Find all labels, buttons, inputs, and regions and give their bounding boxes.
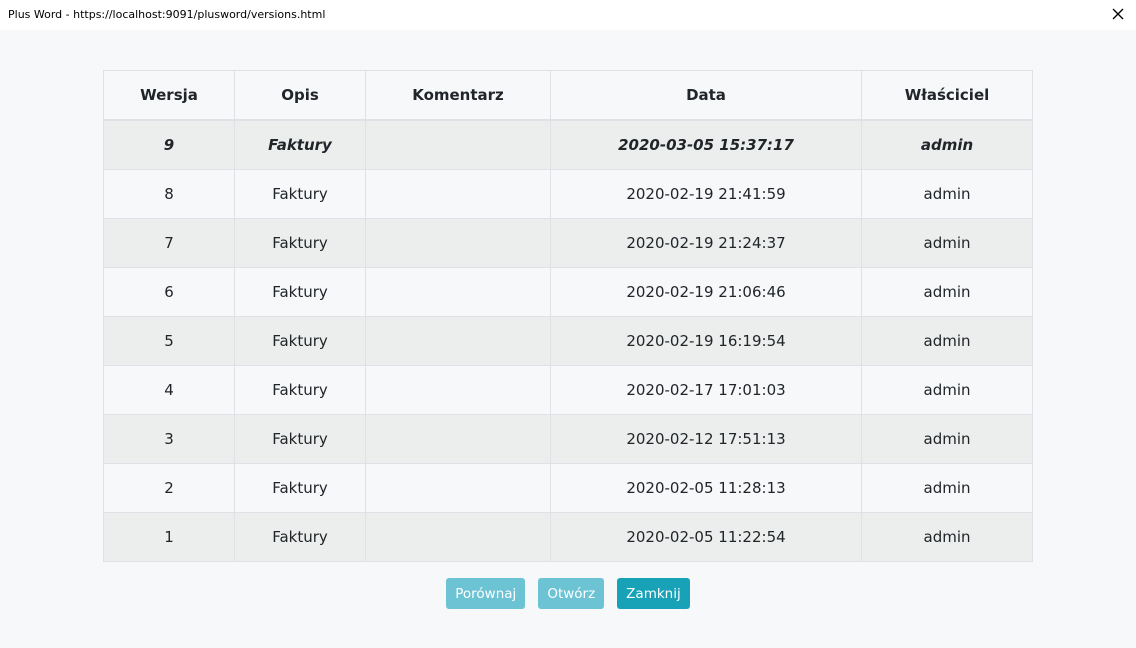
cell-date: 2020-02-05 11:28:13: [550, 463, 862, 513]
cell-description: Faktury: [234, 267, 366, 317]
cell-comment: [365, 512, 551, 562]
window-title: Plus Word - https://localhost:9091/plusw…: [8, 8, 326, 21]
cell-version: 7: [103, 218, 235, 268]
close-button[interactable]: Zamknij: [617, 578, 690, 609]
table-row[interactable]: 4 Faktury 2020-02-17 17:01:03 admin: [103, 365, 1033, 415]
cell-comment: [365, 218, 551, 268]
cell-comment: [365, 119, 551, 170]
header-opis: Opis: [234, 70, 366, 121]
cell-comment: [365, 169, 551, 219]
header-wersja: Wersja: [103, 70, 235, 121]
cell-date: 2020-02-19 16:19:54: [550, 316, 862, 366]
table-row[interactable]: 6 Faktury 2020-02-19 21:06:46 admin: [103, 267, 1033, 317]
cell-comment: [365, 365, 551, 415]
cell-description: Faktury: [234, 119, 366, 170]
versions-table: Wersja Opis Komentarz Data Właściciel 9F…: [103, 70, 1033, 562]
cell-owner: admin: [861, 267, 1033, 317]
cell-owner: admin: [861, 316, 1033, 366]
cell-comment: [365, 414, 551, 464]
open-button[interactable]: Otwórz: [538, 578, 605, 609]
cell-date: 2020-02-19 21:06:46: [550, 267, 862, 317]
cell-description: Faktury: [234, 414, 366, 464]
cell-date: 2020-02-19 21:41:59: [550, 169, 862, 219]
cell-version: 8: [103, 169, 235, 219]
button-bar: Porównaj Otwórz Zamknij: [0, 578, 1136, 609]
cell-date: 2020-02-05 11:22:54: [550, 512, 862, 562]
header-wlasciciel: Właściciel: [861, 70, 1033, 121]
cell-date: 2020-02-17 17:01:03: [550, 365, 862, 415]
cell-version: 5: [103, 316, 235, 366]
cell-date: 2020-02-19 21:24:37: [550, 218, 862, 268]
cell-version: 3: [103, 414, 235, 464]
cell-description: Faktury: [234, 463, 366, 513]
table-header-row: Wersja Opis Komentarz Data Właściciel: [103, 70, 1033, 121]
compare-button[interactable]: Porównaj: [446, 578, 526, 609]
table-row[interactable]: 2 Faktury 2020-02-05 11:28:13 admin: [103, 463, 1033, 513]
table-row[interactable]: 7 Faktury 2020-02-19 21:24:37 admin: [103, 218, 1033, 268]
table-row[interactable]: 3 Faktury 2020-02-12 17:51:13 admin: [103, 414, 1033, 464]
cell-owner: admin: [861, 218, 1033, 268]
table-row[interactable]: 5 Faktury 2020-02-19 16:19:54 admin: [103, 316, 1033, 366]
table-row[interactable]: 1 Faktury 2020-02-05 11:22:54 admin: [103, 512, 1033, 562]
cell-owner: admin: [861, 512, 1033, 562]
cell-date: 2020-02-12 17:51:13: [550, 414, 862, 464]
cell-comment: [365, 316, 551, 366]
cell-comment: [365, 267, 551, 317]
table-row[interactable]: 9 Faktury 2020-03-05 15:37:17 admin: [103, 119, 1033, 170]
cell-owner: admin: [861, 414, 1033, 464]
header-data: Data: [550, 70, 862, 121]
close-icon[interactable]: [1110, 6, 1126, 22]
cell-comment: [365, 463, 551, 513]
cell-description: Faktury: [234, 512, 366, 562]
cell-description: Faktury: [234, 218, 366, 268]
window-titlebar: Plus Word - https://localhost:9091/plusw…: [0, 0, 1136, 30]
cell-description: Faktury: [234, 365, 366, 415]
cell-date: 2020-03-05 15:37:17: [550, 119, 862, 170]
cell-version: 6: [103, 267, 235, 317]
table-row[interactable]: 8 Faktury 2020-02-19 21:41:59 admin: [103, 169, 1033, 219]
cell-description: Faktury: [234, 169, 366, 219]
cell-version: 1: [103, 512, 235, 562]
cell-description: Faktury: [234, 316, 366, 366]
cell-owner: admin: [861, 169, 1033, 219]
header-komentarz: Komentarz: [365, 70, 551, 121]
cell-version: 9: [103, 119, 235, 170]
cell-owner: admin: [861, 463, 1033, 513]
cell-owner: admin: [861, 119, 1033, 170]
cell-version: 2: [103, 463, 235, 513]
cell-version: 4: [103, 365, 235, 415]
cell-owner: admin: [861, 365, 1033, 415]
